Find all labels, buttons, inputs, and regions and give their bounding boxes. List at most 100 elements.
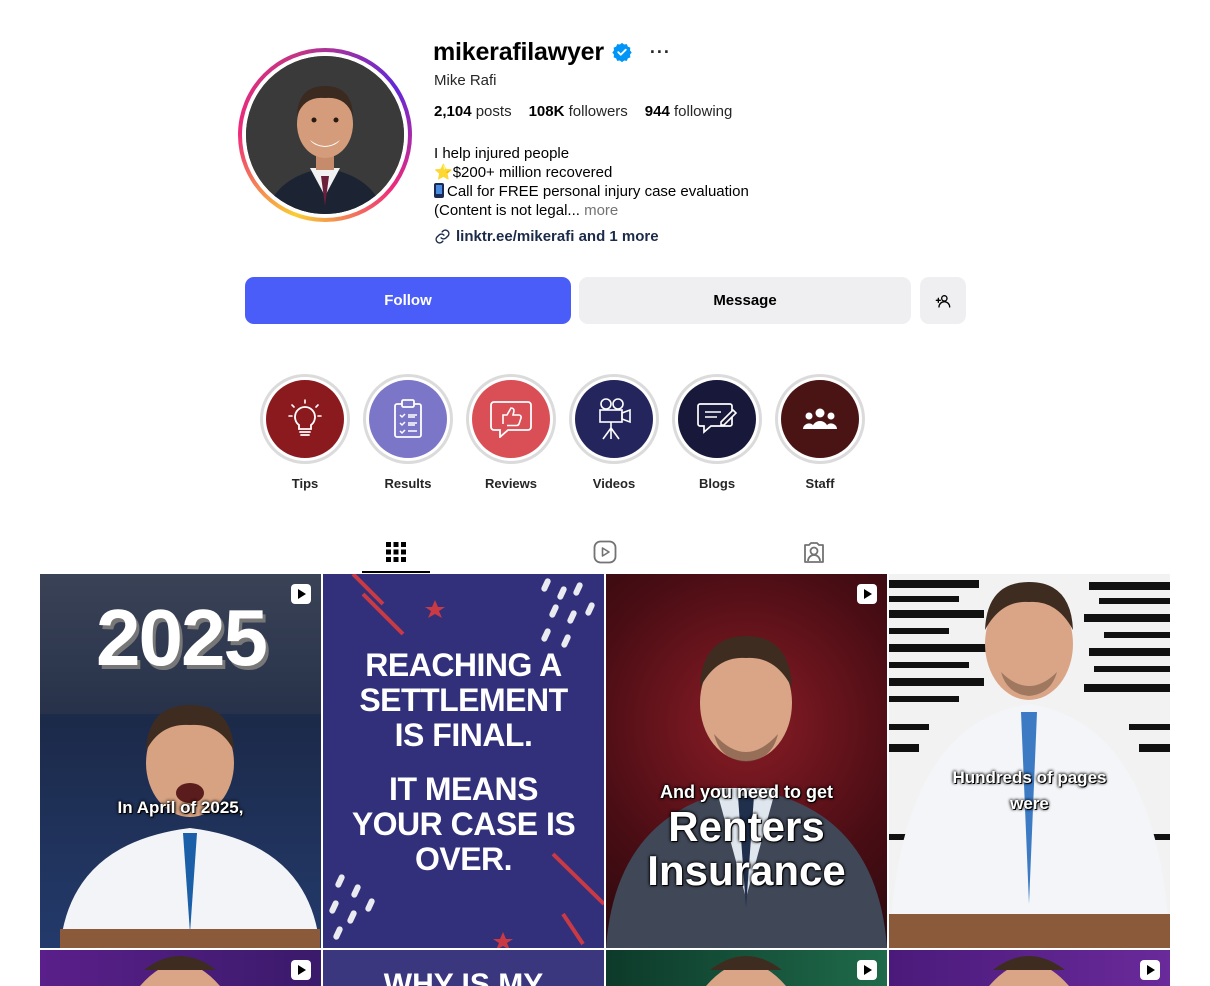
star-emoji-icon: ⭐ [434,164,453,181]
bio-more-link[interactable]: more [584,202,618,219]
person-image [140,956,220,986]
more-horizontal-icon[interactable]: ··· [650,42,671,63]
add-user-icon [935,294,951,308]
reels-icon [593,540,617,564]
group-users-icon [803,408,837,429]
post-caption: Renters [668,803,825,850]
profile-link[interactable]: linktr.ee/mikerafi and 1 more [434,228,659,245]
highlight-videos[interactable]: Videos [569,374,659,491]
post-text-line: IS FINAL. [394,717,533,753]
post-text-line: SETTLEMENT [359,682,568,718]
post-tile[interactable] [40,950,321,986]
person-image [60,705,320,948]
post-tile[interactable]: WHY IS MY [323,950,604,986]
bio-line-3: Call for FREE personal injury case evalu… [447,183,749,200]
reel-badge-icon [857,960,877,980]
post-tile[interactable]: REACHING A SETTLEMENT IS FINAL. IT MEANS… [323,574,604,948]
highlight-reviews[interactable]: Reviews [466,374,556,491]
posts-stat: 2,104 posts [434,103,512,120]
posts-grid-icon [386,542,406,562]
highlight-ring [260,374,350,464]
message-button[interactable]: Message [579,277,911,324]
highlight-label: Tips [291,476,319,491]
post-caption: Hundreds of pages [952,768,1107,787]
following-label: following [674,103,733,120]
person-image [889,582,1170,948]
bio: I help injured people ⭐$200+ million rec… [434,144,749,220]
post-text-line: REACHING A [365,647,562,683]
clipboard-icon [394,399,422,438]
followers-label: followers [568,103,628,120]
followers-stat[interactable]: 108K followers [529,103,628,120]
message-edit-icon [697,403,737,434]
person-image [706,956,786,986]
highlight-ring [466,374,556,464]
post-tile[interactable]: Hundreds of pages were [889,574,1170,948]
posts-label: posts [475,103,512,120]
post-text-line: OVER. [414,841,513,877]
follow-button[interactable]: Follow [245,277,571,324]
avatar-photo [246,56,404,214]
post-tile[interactable]: And you need to get Renters Insurance [606,574,887,948]
highlight-tips[interactable]: Tips [260,374,350,491]
reel-badge-icon [1140,960,1160,980]
thumbs-up-speech-bubble-icon [490,401,532,438]
reel-badge-icon [291,960,311,980]
full-name: Mike Rafi [434,72,497,89]
avatar[interactable] [246,56,404,214]
post-caption: Insurance [647,847,846,894]
post-text-block: REACHING A SETTLEMENT IS FINAL. IT MEANS… [323,648,604,877]
bio-line-2: $200+ million recovered [452,164,613,181]
tagged-icon [804,542,824,563]
tab-tagged[interactable] [780,530,848,574]
person-image [989,956,1069,986]
highlight-label: Videos [592,476,636,491]
bio-line-3-row: Call for FREE personal injury case evalu… [434,182,749,201]
bio-line-4-row: (Content is not legal... more [434,201,749,220]
highlight-label: Blogs [698,476,736,491]
highlight-label: Staff [805,476,835,491]
highlight-ring [775,374,865,464]
verified-badge-icon [612,42,632,62]
mobile-phone-emoji-icon [434,183,444,198]
suggest-users-button[interactable] [920,277,966,324]
post-caption: were [1010,794,1049,813]
username-row: mikerafilawyer ··· [433,36,671,68]
post-caption: In April of 2025, [117,798,244,817]
highlight-cover [369,380,447,458]
highlight-ring [569,374,659,464]
profile-avatar-ring[interactable] [238,48,412,222]
profile-link-text: linktr.ee/mikerafi and 1 more [456,228,659,245]
tab-posts[interactable] [362,530,430,574]
post-text-line: IT MEANS [389,771,538,807]
followers-count: 108K [528,103,565,120]
reel-badge-icon [291,584,311,604]
tab-reels[interactable] [571,530,639,574]
highlight-results[interactable]: Results [363,374,453,491]
highlight-label: Reviews [484,476,538,491]
post-tile[interactable]: 2025 In April of 2025, [40,574,321,948]
highlight-label: Results [384,476,432,491]
reel-badge-icon [857,584,877,604]
post-caption: And you need to get [660,782,833,802]
highlight-cover [781,380,859,458]
highlight-cover [678,380,756,458]
following-stat[interactable]: 944 following [645,103,733,120]
following-count: 944 [644,103,670,120]
highlight-staff[interactable]: Staff [775,374,865,491]
bio-line-4: (Content is not legal... [434,202,580,219]
highlight-ring [672,374,762,464]
bio-line-1: I help injured people [434,145,570,162]
post-text-line: WHY IS MY [383,968,544,986]
video-camera-icon [599,398,631,440]
highlight-ring [363,374,453,464]
post-tile[interactable] [889,950,1170,986]
profile-stats: 2,104 posts 108K followers 944 following [434,103,732,120]
posts-count: 2,104 [434,103,472,120]
highlight-cover [266,380,344,458]
highlight-blogs[interactable]: Blogs [672,374,762,491]
bio-line-2-row: ⭐$200+ million recovered [434,163,749,182]
post-tile[interactable] [606,950,887,986]
post-text-line: YOUR CASE IS [351,806,576,842]
